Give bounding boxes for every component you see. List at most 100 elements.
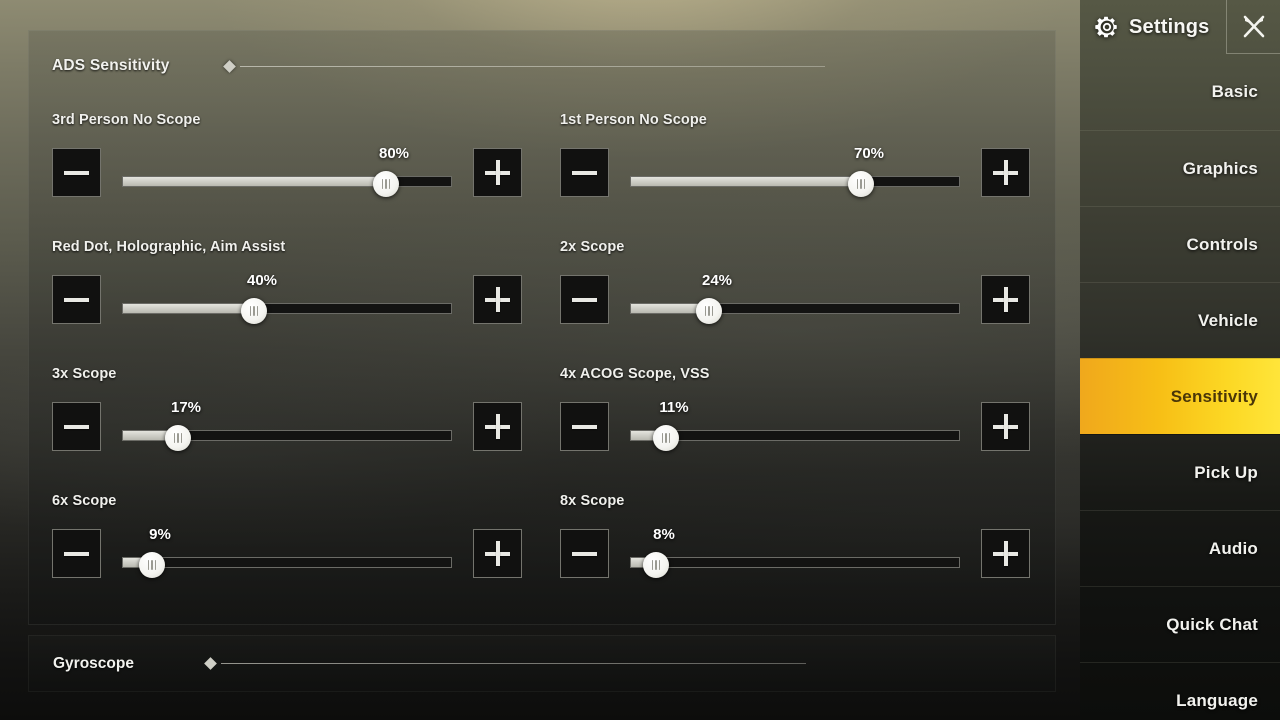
sensitivity-row: 6x Scope 9% [52,493,560,620]
minus-icon [64,170,89,175]
sidebar-item-label: Vehicle [1198,310,1258,330]
knob-grip-line [249,306,252,316]
knob-grip-line [661,433,664,443]
sensitivity-label: Red Dot, Holographic, Aim Assist [52,239,286,255]
knob-grip-line [381,179,384,189]
slider-knob[interactable] [373,171,399,197]
sensitivity-label: 2x Scope [560,239,625,255]
slider-fill [631,177,862,186]
knob-grip-line [711,306,714,316]
knob-grip-line [856,179,859,189]
increment-button[interactable] [981,148,1030,197]
sensitivity-label: 8x Scope [560,493,625,509]
sidebar-item-pick-up[interactable]: Pick Up [1080,434,1280,510]
minus-icon [64,551,89,556]
knob-grip-line [863,179,866,189]
slider-track[interactable] [122,557,452,568]
sensitivity-value: 8% [653,526,675,543]
decrement-button[interactable] [560,275,609,324]
slider-track[interactable] [630,303,960,314]
sensitivity-slider[interactable]: 8% [630,526,960,578]
sidebar-item-quick-chat[interactable]: Quick Chat [1080,586,1280,662]
sidebar-item-graphics[interactable]: Graphics [1080,130,1280,206]
increment-button[interactable] [981,529,1030,578]
plus-icon [993,541,1018,566]
increment-button[interactable] [473,402,522,451]
slider-knob[interactable] [643,552,669,578]
knob-grip-line [173,433,176,443]
sidebar-item-basic[interactable]: Basic [1080,54,1280,130]
sensitivity-row: Red Dot, Holographic, Aim Assist 40% [52,239,560,366]
sensitivity-slider[interactable]: 40% [122,272,452,324]
slider-knob[interactable] [165,425,191,451]
sensitivity-row: 3x Scope 17% [52,366,560,493]
plus-icon [993,414,1018,439]
sidebar-item-label: Basic [1211,82,1258,101]
increment-button[interactable] [981,275,1030,324]
sensitivity-label: 4x ACOG Scope, VSS [560,366,710,382]
slider-track[interactable] [122,303,452,314]
gyroscope-panel[interactable]: Gyroscope [28,635,1056,692]
sidebar-item-controls[interactable]: Controls [1080,206,1280,282]
slider-knob[interactable] [241,298,267,324]
decrement-button[interactable] [560,529,609,578]
sensitivity-control-row: 70% [560,145,1037,197]
sensitivity-value: 70% [853,145,885,162]
sensitivity-control-row: 24% [560,272,1037,324]
sensitivity-value: 40% [246,272,278,289]
slider-track[interactable] [630,557,960,568]
sensitivity-row: 2x Scope 24% [560,239,1037,366]
decrement-button[interactable] [52,275,101,324]
close-x-icon [1243,15,1264,37]
increment-button[interactable] [473,148,522,197]
sensitivity-label: 6x Scope [52,493,117,509]
decrement-button[interactable] [560,402,609,451]
sensitivity-row: 4x ACOG Scope, VSS 11% [560,366,1037,493]
decrement-button[interactable] [52,529,101,578]
sensitivity-slider[interactable]: 24% [630,272,960,324]
sensitivity-value: 9% [149,526,171,543]
minus-icon [64,297,89,302]
knob-grip-line [860,179,862,189]
sensitivity-slider[interactable]: 11% [630,399,960,451]
sensitivity-control-row: 40% [52,272,560,324]
sensitivity-slider[interactable]: 17% [122,399,452,451]
slider-knob[interactable] [696,298,722,324]
sidebar-item-vehicle[interactable]: Vehicle [1080,282,1280,358]
slider-knob[interactable] [653,425,679,451]
increment-button[interactable] [981,402,1030,451]
sensitivity-row: 1st Person No Scope 70% [560,112,1037,239]
sidebar-item-audio[interactable]: Audio [1080,510,1280,586]
decrement-button[interactable] [52,148,101,197]
plus-icon [993,287,1018,312]
knob-grip-line [708,306,710,316]
sensitivity-label: 3x Scope [52,366,117,382]
knob-grip-line [177,433,179,443]
sensitivity-slider[interactable]: 70% [630,145,960,197]
sensitivity-slider[interactable]: 9% [122,526,452,578]
slider-track[interactable] [630,176,960,187]
sidebar-item-language[interactable]: Language [1080,662,1280,720]
knob-grip-line [665,433,667,443]
sidebar-item-label: Sensitivity [1170,386,1258,406]
sensitivity-control-row: 11% [560,399,1037,451]
increment-button[interactable] [473,275,522,324]
sidebar-item-label: Language [1176,690,1258,710]
knob-grip-line [253,306,255,316]
gyroscope-title: Gyroscope [53,654,134,672]
decrement-button[interactable] [560,148,609,197]
close-button[interactable] [1226,0,1280,54]
sidebar-item-label: Controls [1186,234,1258,254]
sensitivity-control-row: 8% [560,526,1037,578]
increment-button[interactable] [473,529,522,578]
slider-knob[interactable] [848,171,874,197]
sidebar-item-sensitivity[interactable]: Sensitivity [1080,358,1280,434]
slider-track[interactable] [630,430,960,441]
decrement-button[interactable] [52,402,101,451]
slider-track[interactable] [122,176,452,187]
plus-icon [485,414,510,439]
slider-fill [123,304,255,313]
slider-knob[interactable] [139,552,165,578]
sensitivity-slider[interactable]: 80% [122,145,452,197]
minus-icon [572,551,597,556]
